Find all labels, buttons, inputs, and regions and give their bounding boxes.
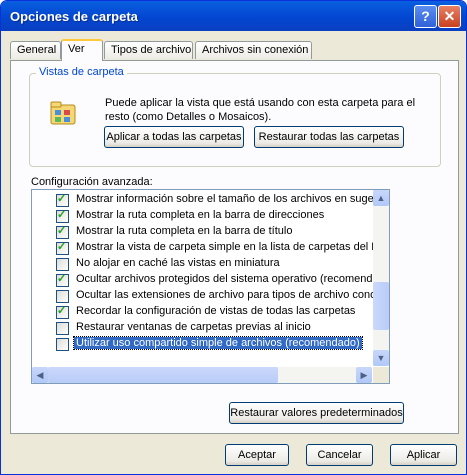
checkbox[interactable] — [56, 224, 69, 239]
list-item[interactable]: Ocultar las extensiones de archivo para … — [32, 288, 389, 304]
tab-archivos-sin-conexion[interactable]: Archivos sin conexión — [195, 41, 312, 59]
checkbox[interactable] — [56, 258, 69, 271]
horizontal-scrollbar[interactable]: ◀ ▶ — [32, 367, 372, 383]
checkbox[interactable] — [56, 240, 69, 255]
ok-button[interactable]: Aceptar — [225, 444, 289, 466]
checkbox[interactable] — [56, 272, 69, 287]
tab-tipos-de-archivo[interactable]: Tipos de archivo — [104, 41, 193, 59]
vertical-scrollbar[interactable]: ▲ ▼ — [373, 190, 389, 366]
folder-views-legend: Vistas de carpeta — [36, 66, 127, 78]
folder-options-dialog: Opciones de carpeta ? ✕ General Ver Tipo… — [0, 0, 467, 475]
chevron-up-icon: ▲ — [376, 193, 386, 203]
checkbox[interactable] — [56, 322, 69, 335]
help-button[interactable]: ? — [414, 5, 437, 28]
reset-all-folders-button[interactable]: Restaurar todas las carpetas — [254, 126, 404, 148]
list-item[interactable]: Ocultar archivos protegidos del sistema … — [32, 272, 389, 288]
close-button[interactable]: ✕ — [438, 5, 461, 28]
checkbox[interactable] — [56, 304, 69, 319]
list-item-selected[interactable]: Utilizar uso compartido simple de archiv… — [32, 336, 372, 352]
checkbox[interactable] — [56, 290, 69, 303]
restore-defaults-button[interactable]: Restaurar valores predeterminados — [229, 402, 404, 424]
list-item[interactable]: Recordar la configuración de vistas de t… — [32, 304, 372, 320]
list-item[interactable]: Mostrar la vista de carpeta simple en la… — [32, 240, 389, 256]
scroll-right-button[interactable]: ▶ — [356, 367, 372, 383]
apply-to-all-folders-button[interactable]: Aplicar a todas las carpetas — [104, 126, 244, 148]
apply-button[interactable]: Aplicar — [390, 444, 457, 466]
scroll-down-button[interactable]: ▼ — [373, 350, 389, 366]
advanced-settings-label: Configuración avanzada: — [31, 176, 153, 188]
list-item[interactable]: Mostrar información sobre el tamaño de l… — [32, 192, 389, 208]
chevron-left-icon: ◀ — [36, 370, 44, 380]
checkbox[interactable] — [56, 338, 69, 351]
scrollbar-corner — [373, 367, 389, 383]
horizontal-scroll-thumb[interactable] — [48, 367, 278, 383]
cancel-button[interactable]: Cancelar — [306, 444, 373, 466]
window-title: Opciones de carpeta — [10, 9, 138, 24]
folder-views-description: Puede aplicar la vista que está usando c… — [105, 97, 416, 123]
chevron-right-icon: ▶ — [360, 370, 368, 380]
title-bar[interactable]: Opciones de carpeta ? ✕ — [1, 1, 466, 31]
help-icon: ? — [421, 8, 430, 24]
tab-general[interactable]: General — [10, 41, 61, 59]
folder-views-icon — [50, 101, 76, 125]
tab-ver[interactable]: Ver — [61, 39, 103, 61]
folder-views-group: Vistas de carpeta Puede aplicar la vista… — [29, 66, 441, 167]
list-item[interactable]: Mostrar la ruta completa en la barra de … — [32, 224, 372, 240]
list-item[interactable]: No alojar en caché las vistas en miniatu… — [32, 256, 372, 272]
checkbox[interactable] — [56, 208, 69, 223]
close-icon: ✕ — [443, 8, 456, 24]
scroll-left-button[interactable]: ◀ — [32, 367, 48, 383]
vertical-scroll-thumb[interactable] — [373, 282, 389, 330]
list-item[interactable]: Mostrar la ruta completa en la barra de … — [32, 208, 372, 224]
checkbox[interactable] — [56, 192, 69, 207]
advanced-settings-list[interactable]: Mostrar información sobre el tamaño de l… — [31, 189, 390, 384]
chevron-down-icon: ▼ — [376, 353, 386, 363]
list-item[interactable]: Restaurar ventanas de carpetas previas a… — [32, 320, 372, 336]
scroll-up-button[interactable]: ▲ — [373, 190, 389, 206]
view-tab-panel: Vistas de carpeta Puede aplicar la vista… — [10, 60, 459, 434]
